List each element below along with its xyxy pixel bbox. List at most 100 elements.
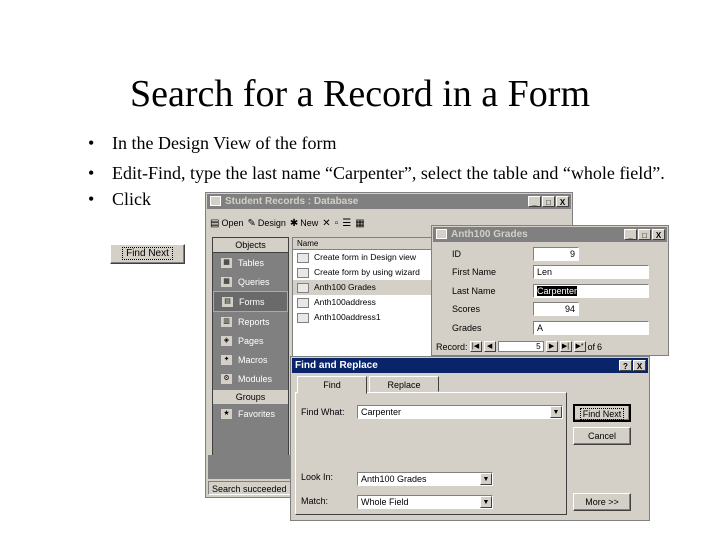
design-view-icon (297, 252, 309, 263)
module-icon: ⚙ (221, 373, 232, 384)
find-next-sample-button[interactable]: Find Next (110, 244, 185, 264)
objects-item-queries[interactable]: ▦ Queries (213, 272, 288, 291)
report-icon: ▥ (221, 316, 232, 327)
close-icon[interactable]: X (652, 229, 665, 240)
objects-bar: Objects ▦ Tables ▦ Queries ▤ Forms ▥ Reports… (212, 237, 289, 479)
grades-titlebar[interactable]: Anth100 Grades _ □ X (433, 227, 667, 242)
form-icon (297, 297, 309, 308)
record-number-input[interactable]: 5 (497, 341, 544, 352)
field-last-name[interactable]: Carpenter (533, 284, 649, 298)
find-what-input[interactable]: Carpenter ▼ (357, 405, 563, 419)
objects-item-label: Queries (238, 276, 270, 287)
chevron-down-icon[interactable]: ▼ (480, 473, 492, 485)
page-icon: ◈ (221, 335, 232, 346)
objects-item-label: Forms (239, 296, 265, 307)
previous-record-icon[interactable]: ◀ (483, 341, 496, 352)
field-label-grades: Grades (452, 323, 482, 333)
find-what-label: Find What: (301, 407, 345, 417)
find-next-sample-label: Find Next (122, 247, 173, 260)
match-select[interactable]: Whole Field ▼ (357, 495, 493, 509)
form-icon: ▤ (222, 296, 233, 307)
list-button[interactable]: ☰ (342, 218, 351, 229)
match-value: Whole Field (361, 497, 409, 507)
macro-icon: ✦ (221, 354, 232, 365)
find-replace-dialog: Find and Replace ? X Find Replace Find W… (290, 356, 650, 521)
next-record-icon[interactable]: ▶ (545, 341, 558, 352)
bullet-item: In the Design View of the form (88, 132, 688, 154)
query-icon: ▦ (221, 276, 232, 287)
open-button[interactable]: ▤ Open (210, 218, 243, 229)
objects-item-label: Macros (238, 354, 268, 365)
list-item[interactable]: Anth100address1 (293, 310, 433, 325)
list-item[interactable]: Anth100 Grades (293, 280, 433, 295)
field-id[interactable]: 9 (533, 247, 579, 261)
groups-header[interactable]: Groups (213, 390, 288, 404)
list-item[interactable]: Create form by using wizard (293, 265, 433, 280)
list-item-label: Anth100address1 (314, 312, 381, 322)
field-label-last-name: Last Name (452, 286, 496, 296)
new-record-icon[interactable]: ▶* (573, 341, 586, 352)
field-label-scores: Scores (452, 304, 481, 314)
find-what-value: Carpenter (361, 407, 402, 417)
open-icon: ▤ (210, 217, 220, 229)
maximize-icon[interactable]: □ (542, 196, 555, 207)
list-item-label: Anth100 Grades (314, 282, 376, 292)
field-first-name[interactable]: Len (533, 265, 649, 279)
objects-header[interactable]: Objects (213, 238, 288, 253)
objects-item-reports[interactable]: ▥ Reports (213, 312, 288, 331)
large-icons-button[interactable]: ▫ (335, 218, 339, 229)
list-item-label: Create form in Design view (314, 252, 417, 262)
bullet-item: Edit-Find, type the last name “Carpenter… (88, 162, 688, 184)
look-in-label: Look In: (301, 472, 334, 482)
objects-item-label: Modules (238, 373, 273, 384)
minimize-icon[interactable]: _ (624, 229, 637, 240)
list-item[interactable]: Anth100address (293, 295, 433, 310)
objects-item-label: Pages (238, 335, 264, 346)
delete-button[interactable]: ✕ (322, 218, 330, 229)
tab-find[interactable]: Find (297, 376, 367, 394)
design-button[interactable]: ✎ Design (247, 218, 285, 229)
find-next-button[interactable]: Find Next (573, 404, 631, 422)
cancel-button[interactable]: Cancel (573, 427, 631, 445)
find-tab-panel: Find What: Carpenter ▼ Look In: Anth100 … (295, 392, 567, 515)
objects-item-modules[interactable]: ⚙ Modules (213, 369, 288, 388)
find-titlebar[interactable]: Find and Replace ? X (292, 358, 648, 373)
new-label: New (300, 218, 319, 228)
more-button[interactable]: More >> (573, 493, 631, 511)
maximize-icon[interactable]: □ (638, 229, 651, 240)
open-label: Open (221, 218, 244, 228)
database-titlebar[interactable]: Student Records : Database _ □ X (207, 194, 571, 209)
grades-title: Anth100 Grades (451, 229, 528, 240)
match-label: Match: (301, 496, 329, 506)
objects-item-forms[interactable]: ▤ Forms (213, 291, 288, 312)
close-icon[interactable]: X (633, 360, 646, 371)
objects-item-pages[interactable]: ◈ Pages (213, 331, 288, 350)
look-in-select[interactable]: Anth100 Grades ▼ (357, 472, 493, 486)
groups-item-label: Favorites (238, 408, 276, 419)
first-record-icon[interactable]: |◀ (469, 341, 482, 352)
list-column-header[interactable]: Name (293, 238, 433, 250)
groups-item-favorites[interactable]: ★ Favorites (213, 404, 288, 423)
list-item[interactable]: Create form in Design view (293, 250, 433, 265)
minimize-icon[interactable]: _ (528, 196, 541, 207)
forms-list: Name Create form in Design view Create f… (292, 237, 434, 359)
field-scores[interactable]: 94 (533, 302, 579, 316)
field-grades[interactable]: A (533, 321, 649, 335)
chevron-down-icon[interactable]: ▼ (480, 496, 492, 508)
field-label-first-name: First Name (452, 267, 497, 277)
last-record-icon[interactable]: ▶| (559, 341, 572, 352)
details-button[interactable]: ▦ (355, 218, 364, 229)
table-icon: ▦ (221, 257, 232, 268)
objects-item-macros[interactable]: ✦ Macros (213, 350, 288, 369)
objects-item-tables[interactable]: ▦ Tables (213, 253, 288, 272)
new-icon: ✱ (289, 217, 299, 229)
tab-replace[interactable]: Replace (369, 376, 439, 392)
find-tabs: Find Replace (297, 376, 441, 394)
new-button[interactable]: ✱ New (290, 218, 318, 229)
chevron-down-icon[interactable]: ▼ (550, 406, 562, 418)
find-title: Find and Replace (295, 360, 378, 371)
objects-item-label: Tables (238, 257, 265, 268)
close-icon[interactable]: X (556, 196, 569, 207)
help-icon[interactable]: ? (619, 360, 632, 371)
design-icon: ✎ (247, 217, 256, 229)
